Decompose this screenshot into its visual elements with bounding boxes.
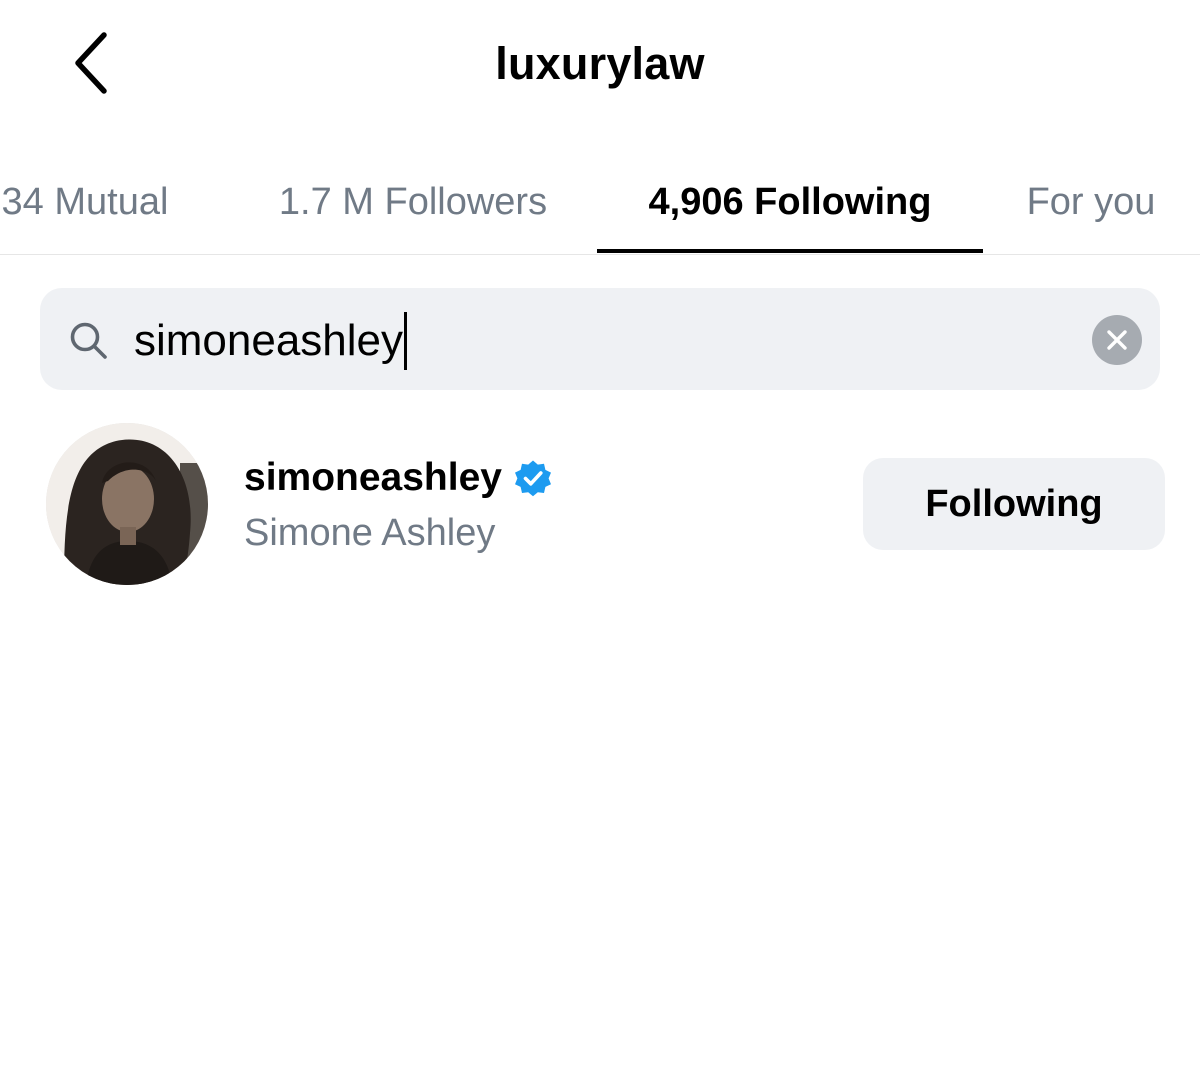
search-input-value: simoneashley: [134, 316, 404, 365]
page-title: luxurylaw: [495, 38, 705, 89]
tab-for-you[interactable]: For you: [996, 150, 1186, 254]
clear-search-button[interactable]: [1092, 315, 1142, 365]
username-text: simoneashley: [244, 456, 502, 499]
clear-icon: [1107, 330, 1127, 350]
profile-photo: [46, 423, 208, 585]
avatar[interactable]: [46, 423, 208, 585]
tab-followers[interactable]: 1.7 M Followers: [244, 150, 582, 254]
header: luxurylaw: [0, 0, 1200, 130]
search-icon: [70, 322, 107, 359]
active-tab-indicator: [597, 249, 983, 253]
result-full-name: Simone Ashley: [244, 512, 496, 554]
tab-bar: 34 Mutual 1.7 M Followers 4,906 Followin…: [0, 150, 1200, 255]
text-caret: [404, 312, 408, 370]
following-button[interactable]: Following: [863, 458, 1165, 550]
search-bar[interactable]: simoneashley: [40, 288, 1160, 390]
search-input[interactable]: simoneashley: [134, 312, 408, 370]
list-item[interactable]: simoneashley Simone Ashley Following: [0, 420, 1200, 590]
page: luxurylaw 34 Mutual 1.7 M Followers 4,90…: [0, 0, 1200, 1079]
tab-mutual[interactable]: 34 Mutual: [0, 150, 230, 254]
tab-following[interactable]: 4,906 Following: [597, 150, 983, 254]
verified-badge-icon: [514, 460, 551, 497]
result-username[interactable]: simoneashley: [244, 456, 554, 500]
